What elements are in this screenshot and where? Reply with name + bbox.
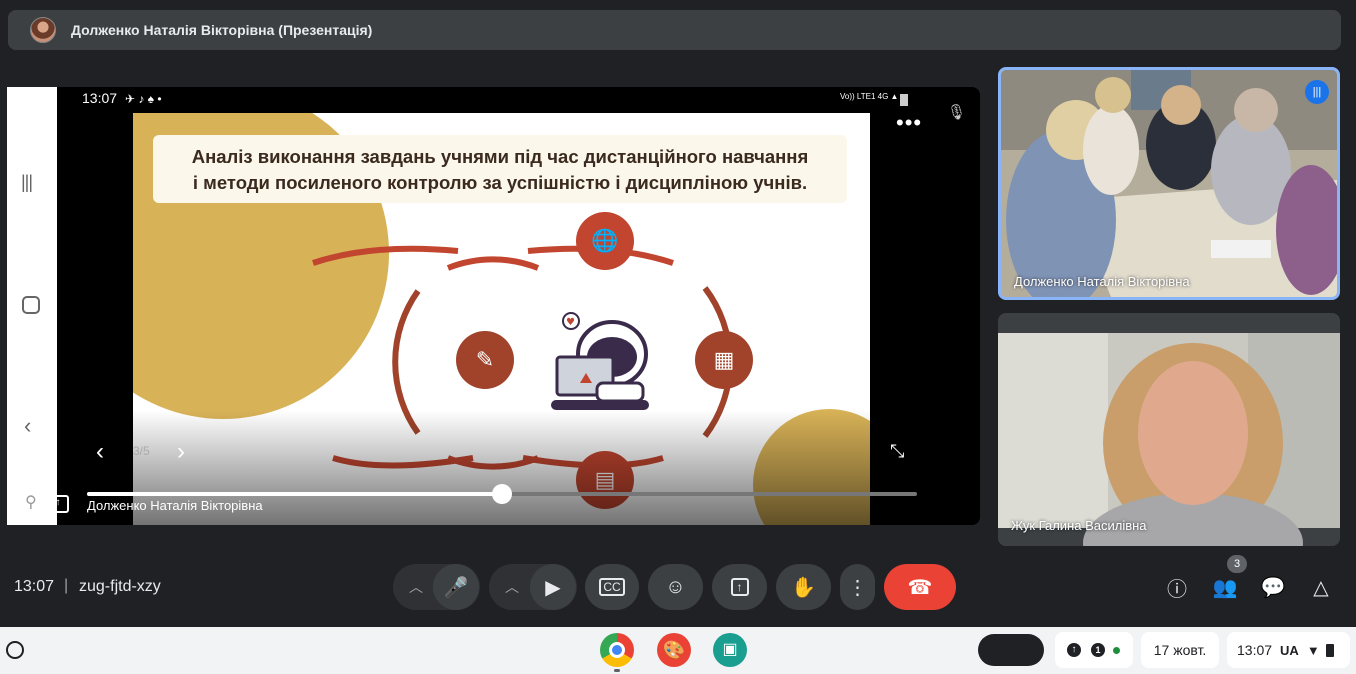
shelf-time: 13:07 xyxy=(1237,642,1273,658)
tray-avatars[interactable] xyxy=(978,634,1044,666)
people-count-badge: 3 xyxy=(1227,555,1247,573)
participant-name-1: Долженко Наталія Вікторівна xyxy=(1014,274,1190,289)
camera-options-chevron-icon[interactable]: ︿ xyxy=(505,577,519,597)
captions-icon: CC xyxy=(599,578,625,596)
mic-options-chevron-icon[interactable]: ︿ xyxy=(409,577,423,597)
presentation-board-icon: ▦ xyxy=(695,331,753,389)
launcher-icon[interactable] xyxy=(6,641,24,659)
phone-notification-icons: ✈ ♪ ♠ • xyxy=(124,92,162,106)
present-icon: ↑ xyxy=(730,578,749,596)
pencil-icon: ✎ xyxy=(456,331,514,389)
participant-video-1 xyxy=(1001,70,1337,297)
shelf-date: 17 жовт. xyxy=(1153,642,1207,658)
present-screen-icon: ↑ xyxy=(47,495,69,513)
globe-book-icon: 🌐 xyxy=(576,212,634,270)
progress-thumb[interactable] xyxy=(492,484,512,504)
exit-fullscreen-icon[interactable]: ⤡ xyxy=(890,441,904,462)
online-dot xyxy=(1113,646,1120,654)
slide-title-line-1: Аналіз виконання завдань учнями під час … xyxy=(191,146,809,167)
camera-button[interactable]: ▶ xyxy=(530,564,576,610)
more-options-icon[interactable]: ••• xyxy=(896,112,922,134)
participant-video-2 xyxy=(998,313,1340,546)
next-slide-button[interactable]: › xyxy=(177,438,185,466)
input-language: UA xyxy=(1280,642,1299,658)
svg-text:♥: ♥ xyxy=(566,317,575,328)
progress-track[interactable] xyxy=(87,484,917,504)
meeting-header: Долженко Наталія Вікторівна (Презентація… xyxy=(8,10,1341,50)
date-chip[interactable]: 17 жовт. xyxy=(1141,632,1219,668)
home-icon[interactable] xyxy=(22,296,40,314)
phone-signal-icons: Vo)) LTE1 4G ▲▼ xyxy=(840,92,907,101)
chrome-icon[interactable] xyxy=(600,633,634,667)
classroom-app-icon[interactable]: ▣ xyxy=(713,633,747,667)
more-options-button[interactable]: ⋮ xyxy=(840,564,875,610)
reactions-button[interactable]: ☺ xyxy=(648,564,703,610)
previous-slide-button[interactable]: ‹ xyxy=(96,438,104,466)
participant-tile-1[interactable]: ||| Долженко Наталія Вікторівна xyxy=(998,67,1340,300)
status-chip[interactable]: ↑ 1 xyxy=(1055,632,1133,668)
speaking-indicator: ||| xyxy=(1305,80,1329,104)
meeting-details-icon[interactable]: ⓘ xyxy=(1160,570,1194,604)
paint-app-icon[interactable]: 🎨 xyxy=(657,633,691,667)
participant-tile-2[interactable]: Жук Галина Василівна xyxy=(998,313,1340,546)
meeting-separator: | xyxy=(64,577,69,594)
microphone-button[interactable]: 🎤 xyxy=(433,564,479,610)
phone-battery-icon xyxy=(900,94,908,106)
activities-icon[interactable]: △ xyxy=(1304,570,1338,604)
participant-name-2: Жук Галина Василівна xyxy=(1011,518,1147,533)
progress-fill xyxy=(87,492,502,496)
upload-icon: ↑ xyxy=(1067,643,1081,657)
raise-hand-button[interactable]: ✋ xyxy=(776,564,831,610)
presenter-avatar xyxy=(30,17,56,43)
meeting-header-title: Долженко Наталія Вікторівна (Презентація… xyxy=(71,22,373,38)
phone-status-bar: 13:07 ✈ ♪ ♠ • Vo)) LTE1 4G ▲▼ xyxy=(82,90,942,110)
back-icon[interactable]: ‹ xyxy=(24,413,31,439)
battery-icon xyxy=(1325,643,1334,657)
slide-title-box: Аналіз виконання завдань учнями під час … xyxy=(153,135,847,203)
slide-title-line-2: і методи посиленого контролю за успішніс… xyxy=(192,172,808,193)
present-button[interactable]: ↑ xyxy=(712,564,767,610)
active-app-indicator xyxy=(614,669,620,672)
status-count-badge: 1 xyxy=(1091,643,1105,657)
meeting-time: 13:07 xyxy=(14,578,55,595)
wifi-icon: ▼ xyxy=(1306,642,1320,658)
pin-icon[interactable]: ⚲ xyxy=(25,492,37,512)
phone-navigation-bar: ||| ‹ ⚲ xyxy=(7,87,57,525)
phone-time: 13:07 xyxy=(82,90,118,106)
chat-icon[interactable]: 💬 xyxy=(1256,570,1290,604)
people-icon[interactable]: 👥 xyxy=(1208,570,1242,604)
mic-off-icon: 🎙 xyxy=(947,104,967,121)
meeting-code: zug-fjtd-xzy xyxy=(79,578,161,595)
leave-call-button[interactable]: ☎ xyxy=(884,564,956,610)
slide-page-indicator: 3/5 xyxy=(133,444,150,458)
system-tray[interactable]: 13:07 UA ▼ xyxy=(1227,632,1350,668)
recents-icon[interactable]: ||| xyxy=(21,172,43,192)
captions-button[interactable]: CC xyxy=(585,564,639,610)
presenter-name-label: Долженко Наталія Вікторівна xyxy=(87,498,263,513)
